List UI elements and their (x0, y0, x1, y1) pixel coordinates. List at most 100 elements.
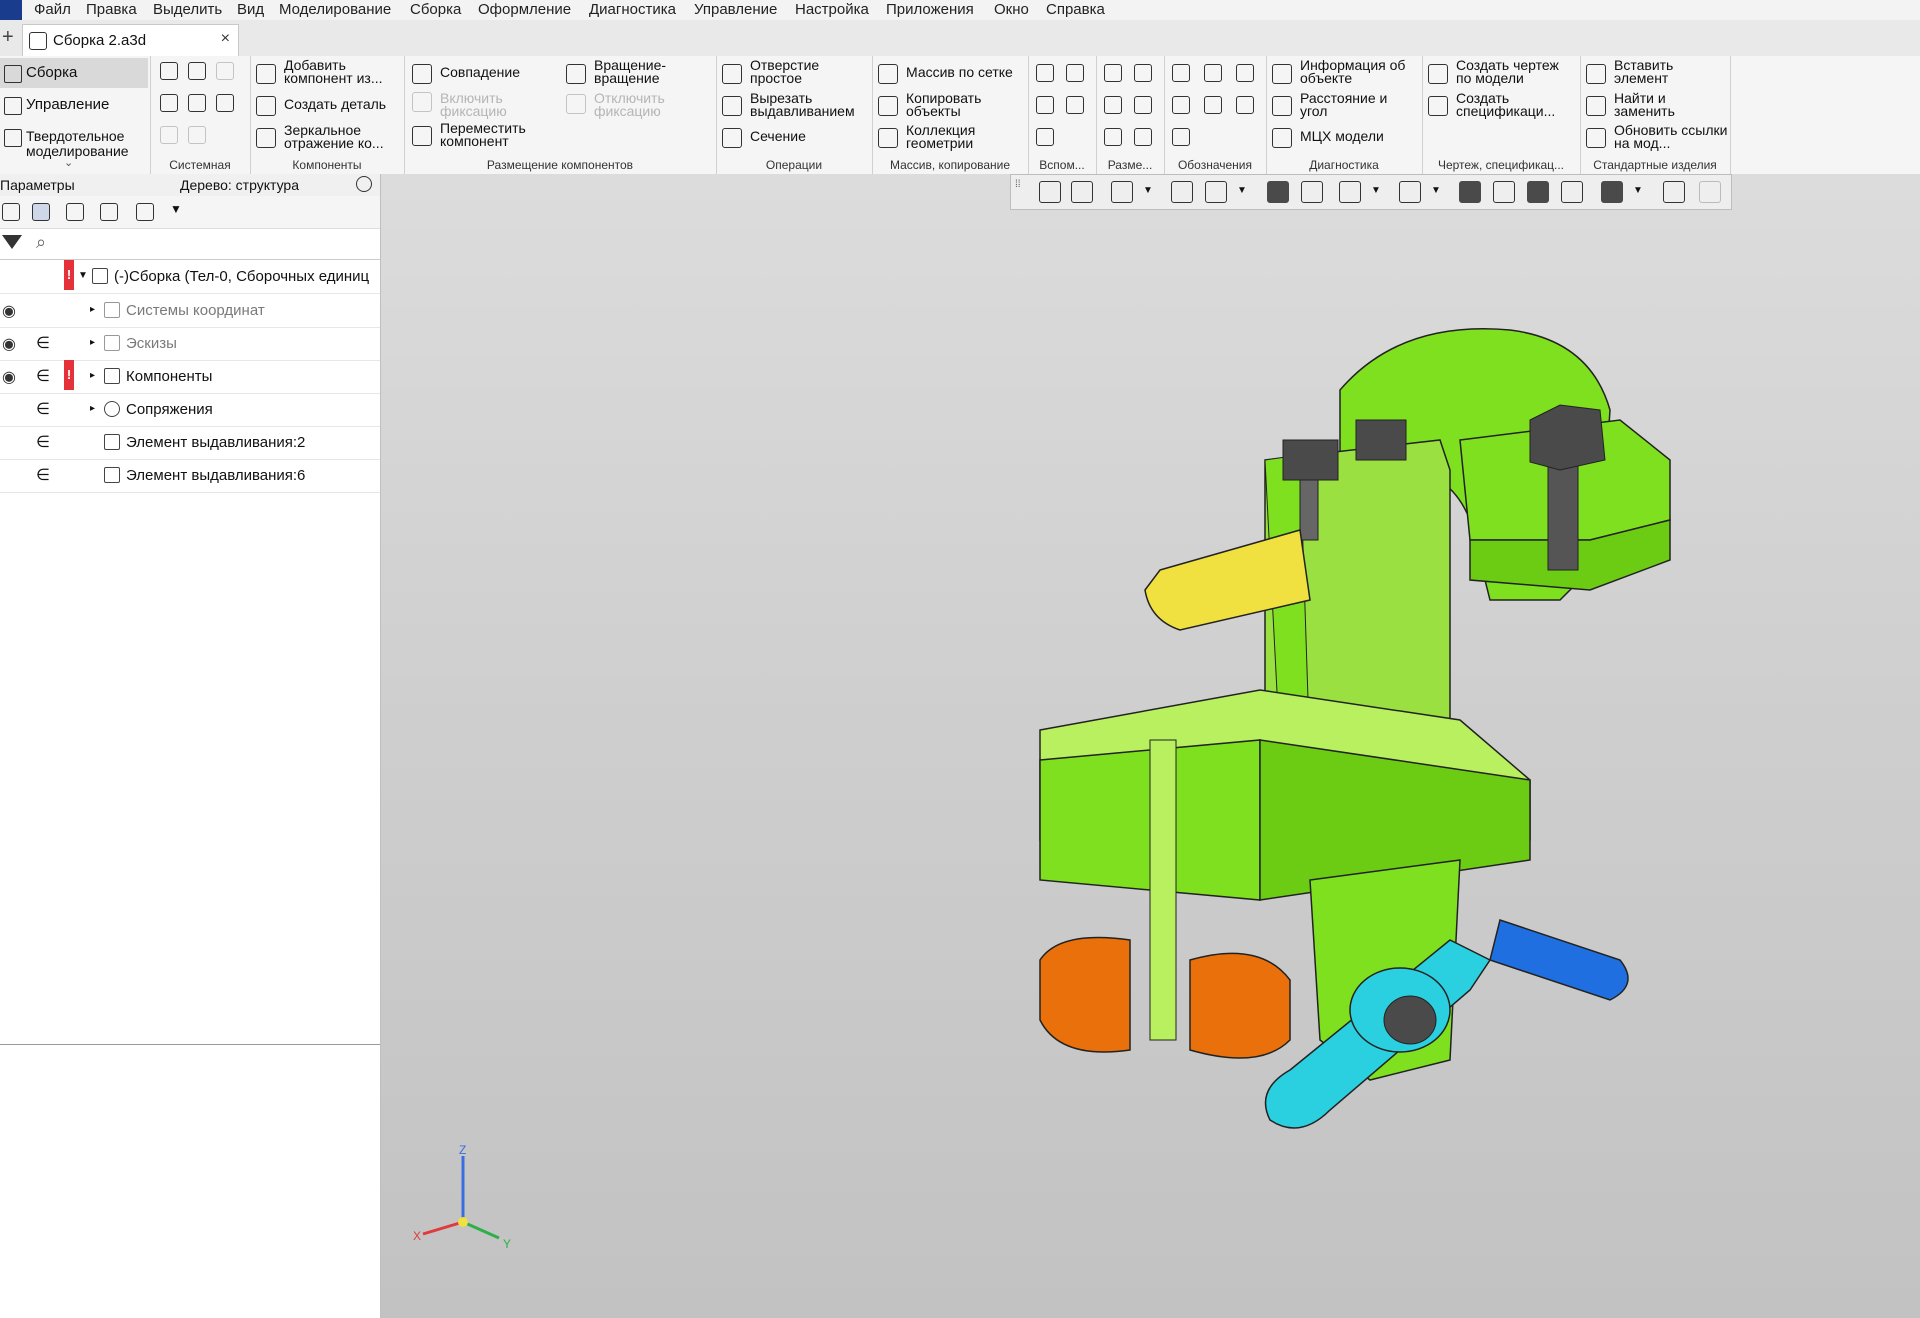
display-mode-icon[interactable] (1527, 181, 1549, 203)
menu-settings[interactable]: Настройка (795, 0, 869, 20)
normal-to-icon[interactable] (1071, 181, 1093, 203)
preview-icon[interactable] (188, 94, 206, 112)
move-component-button[interactable]: Переместить компонент (440, 121, 550, 148)
find-replace-button[interactable]: Найти и заменить (1614, 91, 1726, 118)
offset-plane-icon[interactable] (1036, 96, 1054, 114)
tree-options-icon[interactable] (136, 203, 154, 221)
menu-view[interactable]: Вид (237, 0, 264, 20)
layers-icon[interactable] (1561, 181, 1583, 203)
tree-row-assembly[interactable]: ! ▼ (-)Сборка (Тел-0, Сборочных единиц (0, 260, 380, 294)
menu-management[interactable]: Управление (694, 0, 777, 20)
base-icon[interactable] (1236, 64, 1254, 82)
leader-icon[interactable] (1172, 64, 1190, 82)
section-button[interactable]: Сечение (750, 129, 806, 143)
tree-row-coordinate-systems[interactable]: ◉ ▸ Системы координат (0, 294, 380, 328)
create-drawing-button[interactable]: Создать чертеж по модели (1456, 58, 1578, 85)
filter-icon[interactable] (1601, 181, 1623, 203)
visibility-icon[interactable] (1399, 181, 1421, 203)
coordinate-system-icon[interactable] (1066, 96, 1084, 114)
create-specification-button[interactable]: Создать спецификаци... (1456, 91, 1578, 118)
new-tab-button[interactable]: + (2, 26, 14, 49)
document-tab[interactable]: Сборка 2.a3d × (22, 24, 239, 57)
expand-arrow-icon[interactable]: ▸ (90, 403, 95, 414)
select-view-icon[interactable] (100, 203, 118, 221)
copy-objects-button[interactable]: Копировать объекты (906, 91, 1006, 118)
menu-assembly[interactable]: Сборка (410, 0, 461, 20)
expand-modes-chevron-icon[interactable]: ⌄ (64, 156, 73, 169)
tree-row-mates[interactable]: ∈ ▸ Сопряжения (0, 393, 380, 427)
linear-dimension-icon[interactable] (1104, 64, 1122, 82)
text-icon[interactable] (1236, 96, 1254, 114)
menu-diagnostics[interactable]: Диагностика (589, 0, 676, 20)
close-tab-button[interactable]: × (221, 30, 230, 48)
chevron-down-icon[interactable]: ▼ (170, 202, 182, 216)
chevron-down-icon[interactable]: ▼ (1237, 185, 1247, 196)
expand-arrow-icon[interactable]: ▸ (90, 370, 95, 381)
expand-arrow-icon[interactable]: ▼ (78, 270, 88, 281)
orient-icon[interactable] (1039, 181, 1061, 203)
cut-extrude-button[interactable]: Вырезать выдавливанием (750, 91, 870, 118)
menu-help[interactable]: Справка (1046, 0, 1105, 20)
menu-design[interactable]: Оформление (478, 0, 571, 20)
grid-array-button[interactable]: Массив по сетке (906, 65, 1026, 79)
hide-icon[interactable] (1339, 181, 1361, 203)
menu-applications[interactable]: Приложения (886, 0, 974, 20)
expand-arrow-icon[interactable]: ▸ (90, 337, 95, 348)
mirror-component-button[interactable]: Зеркальное отражение ко... (284, 123, 402, 150)
create-part-button[interactable]: Создать деталь (284, 97, 402, 111)
tab-parameters[interactable]: Параметры (0, 177, 75, 193)
menu-modeling[interactable]: Моделирование (279, 0, 391, 20)
open-file-icon[interactable] (188, 62, 206, 80)
update-links-button[interactable]: Обновить ссылки на мод... (1614, 123, 1730, 150)
rotation-rotation-button[interactable]: Вращение-вращение (594, 58, 684, 85)
components-view-icon[interactable] (66, 203, 84, 221)
redo-icon[interactable] (188, 126, 206, 144)
mode-solid-modeling[interactable]: Твердотельное моделирование (0, 122, 148, 159)
radial-dimension-icon[interactable] (1104, 96, 1122, 114)
tab-tree-structure[interactable]: Дерево: структура (180, 177, 299, 193)
mode-management[interactable]: Управление (0, 90, 148, 120)
plane-icon[interactable] (1036, 64, 1054, 82)
assembly-model[interactable] (381, 174, 1920, 1318)
properties-icon[interactable] (1663, 181, 1685, 203)
shaded-display-icon[interactable] (1267, 181, 1289, 203)
diameter-dimension-icon[interactable] (1134, 96, 1152, 114)
mass-properties-button[interactable]: МЦХ модели (1300, 129, 1384, 143)
save-as-icon[interactable] (216, 94, 234, 112)
hidden-eye-icon[interactable]: ◉ (2, 301, 16, 321)
enable-fix-button[interactable]: Включить фиксацию (440, 91, 550, 118)
axis-icon[interactable] (1066, 64, 1084, 82)
tree-row-sketches[interactable]: ◉ ∈ ▸ Эскизы (0, 327, 380, 361)
wireframe-display-icon[interactable] (1301, 181, 1323, 203)
expand-arrow-icon[interactable]: ▸ (90, 304, 95, 315)
tree-row-components[interactable]: ◉ ∈ ! ▸ Компоненты (0, 360, 380, 394)
simple-hole-button[interactable]: Отверстие простое (750, 58, 870, 85)
chevron-down-icon[interactable]: ▼ (1431, 185, 1441, 196)
mode-assembly[interactable]: Сборка (0, 58, 148, 88)
tree-row-extrusion-6[interactable]: ∈ Элемент выдавливания:6 (0, 459, 380, 493)
3d-viewport[interactable]: Z X Y (381, 174, 1920, 1318)
add-component-button[interactable]: Добавить компонент из... (284, 58, 402, 85)
edit-icon[interactable] (1699, 181, 1721, 203)
undo-icon[interactable] (160, 126, 178, 144)
roughness-icon[interactable] (1204, 64, 1222, 82)
eye-icon[interactable]: ◉ (2, 367, 16, 387)
save-icon[interactable] (216, 62, 234, 80)
disable-fix-button[interactable]: Отключить фиксацию (594, 91, 684, 118)
section-view-icon[interactable] (1459, 181, 1481, 203)
dimension-table-icon[interactable] (1104, 128, 1122, 146)
hidden-eye-icon[interactable]: ◉ (2, 334, 16, 354)
angular-dimension-icon[interactable] (1134, 64, 1152, 82)
new-file-icon[interactable] (160, 62, 178, 80)
search-icon[interactable]: ⌕ (36, 232, 46, 253)
chevron-down-icon[interactable]: ▼ (1143, 185, 1153, 196)
menu-window[interactable]: Окно (994, 0, 1029, 20)
distance-angle-button[interactable]: Расстояние и угол (1300, 91, 1410, 118)
coincidence-button[interactable]: Совпадение (440, 65, 520, 79)
filter-icon[interactable] (2, 235, 22, 249)
chevron-down-icon[interactable]: ▼ (1371, 185, 1381, 196)
tree-view-icon[interactable] (2, 203, 20, 221)
structure-view-icon[interactable] (32, 203, 50, 221)
gear-icon[interactable] (356, 176, 372, 192)
menu-edit[interactable]: Правка (86, 0, 137, 20)
